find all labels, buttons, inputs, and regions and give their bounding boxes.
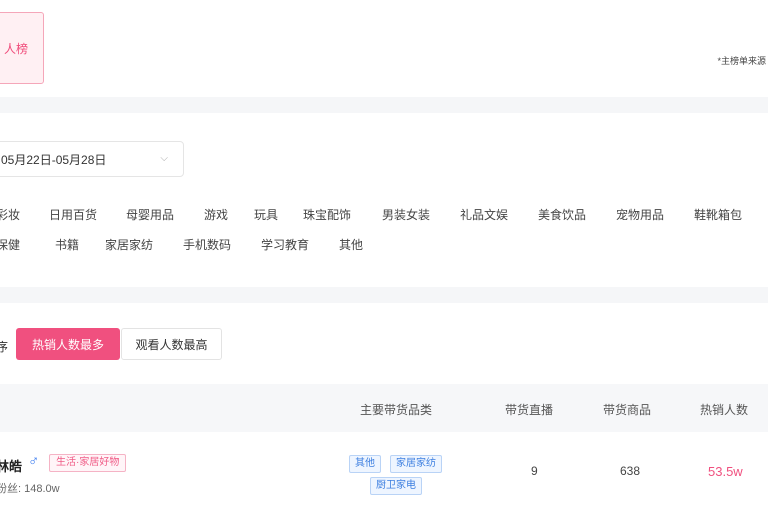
category-tag: 其他 bbox=[349, 455, 381, 473]
lives-count: 9 bbox=[531, 464, 538, 478]
column-header-hot-count[interactable]: 热销人数 bbox=[700, 401, 748, 418]
category-item[interactable]: 家居家纺 bbox=[105, 236, 153, 253]
sort-label: 序 bbox=[0, 340, 9, 354]
category-item[interactable]: 手机数码 bbox=[183, 236, 231, 253]
table-header: 主要带货品类 带货直播 带货商品 热销人数 bbox=[0, 384, 768, 432]
category-item[interactable]: 美食饮品 bbox=[538, 206, 586, 223]
filter-panel: 05月22日-05月28日 ⌵ 彩妆 日用百货 母婴用品 游戏 玩具 珠宝配饰 … bbox=[0, 113, 768, 287]
category-item[interactable]: 彩妆 bbox=[0, 206, 20, 223]
rank-tab-label: 人榜 bbox=[3, 41, 28, 56]
fans-count: 粉丝: 148.0w bbox=[0, 483, 60, 495]
category-item[interactable]: 礼品文娱 bbox=[460, 206, 508, 223]
date-range-select[interactable]: 05月22日-05月28日 ⌵ bbox=[0, 141, 184, 177]
streamer-tag: 生活·家居好物 bbox=[49, 454, 127, 472]
category-item[interactable]: 男装女装 bbox=[382, 206, 430, 223]
category-tag: 家居家纺 bbox=[390, 455, 442, 473]
streamer-name[interactable]: 林皓 bbox=[0, 456, 22, 475]
category-item[interactable]: 学习教育 bbox=[261, 236, 309, 253]
category-item[interactable]: 玩具 bbox=[254, 206, 278, 223]
hot-count: 53.5w bbox=[708, 464, 743, 479]
products-count: 638 bbox=[620, 464, 641, 478]
page: 人榜 *主榜单来源 05月22日-05月28日 ⌵ 彩妆 日用百货 母婴用品 游… bbox=[0, 0, 768, 510]
sort-viewers-button[interactable]: 观看人数最高 bbox=[121, 328, 222, 360]
header: 人榜 *主榜单来源 bbox=[0, 0, 768, 97]
category-item[interactable]: 母婴用品 bbox=[126, 206, 174, 223]
results-panel: 序 热销人数最多 观看人数最高 主要带货品类 带货直播 带货商品 热销人数 林皓… bbox=[0, 303, 768, 510]
category-item[interactable]: 书籍 bbox=[55, 236, 79, 253]
category-item[interactable]: 鞋靴箱包 bbox=[694, 206, 742, 223]
category-item[interactable]: 保健 bbox=[0, 236, 20, 253]
category-item[interactable]: 日用百货 bbox=[49, 206, 97, 223]
source-note: *主榜单来源 bbox=[717, 56, 766, 66]
table-row[interactable]: 林皓 ♂ 生活·家居好物 粉丝: 148.0w 其他 家居家纺 厨卫家电 9 6… bbox=[0, 432, 768, 510]
column-header-products[interactable]: 带货商品 bbox=[603, 401, 651, 418]
category-item[interactable]: 游戏 bbox=[204, 206, 228, 223]
category-item[interactable]: 珠宝配饰 bbox=[303, 206, 351, 223]
category-item[interactable]: 其他 bbox=[339, 236, 363, 253]
rank-tab-active[interactable]: 人榜 bbox=[0, 12, 44, 84]
column-header-lives: 带货直播 bbox=[505, 403, 554, 417]
category-tag: 厨卫家电 bbox=[370, 477, 422, 495]
column-header-categories: 主要带货品类 bbox=[360, 403, 433, 417]
category-item[interactable]: 宠物用品 bbox=[616, 206, 664, 223]
sort-hot-count-button[interactable]: 热销人数最多 bbox=[16, 328, 120, 360]
chevron-down-icon: ⌵ bbox=[160, 153, 168, 164]
date-range-value: 05月22日-05月28日 bbox=[1, 152, 107, 167]
male-icon: ♂ bbox=[28, 453, 40, 470]
